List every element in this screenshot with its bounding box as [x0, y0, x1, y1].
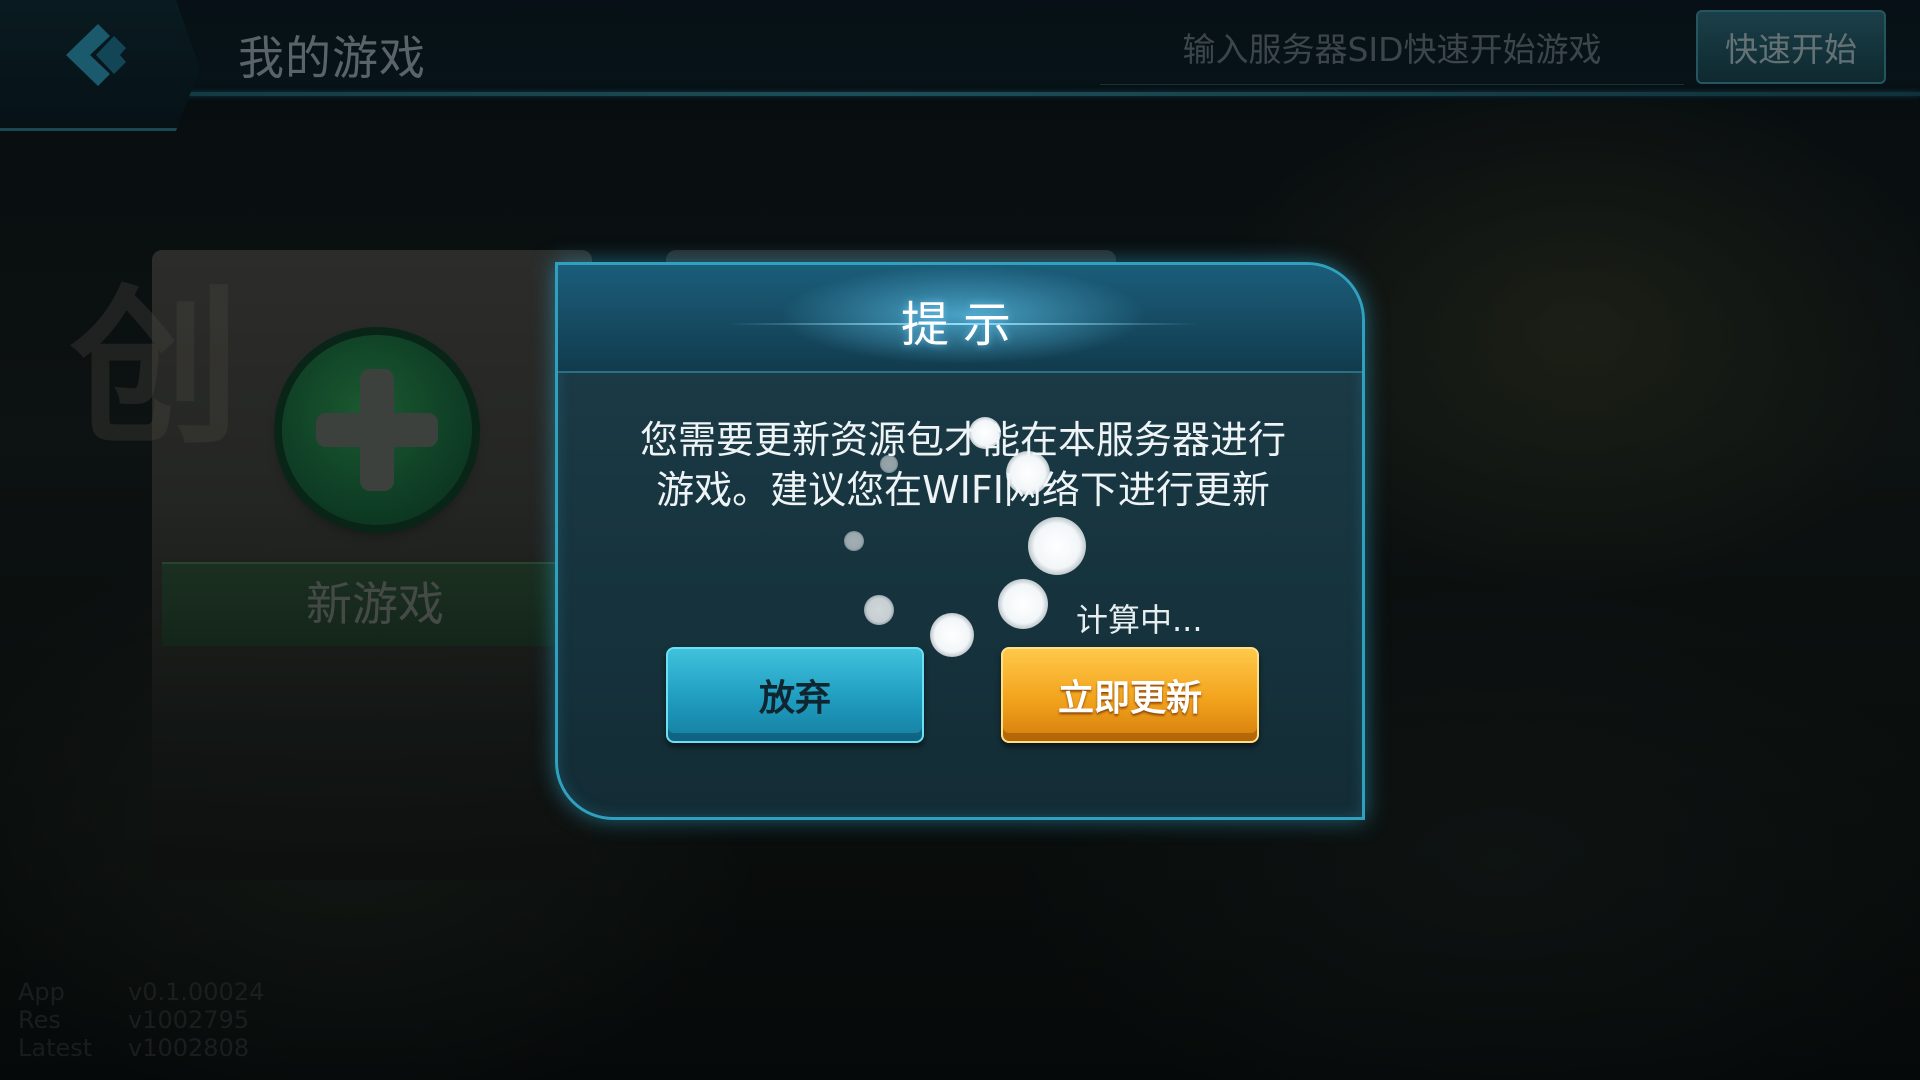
spinner-dot — [844, 531, 864, 551]
loading-status-text: 计算中... — [1076, 601, 1203, 639]
game-screen: 创 新游戏 App v0.1.00024 Res v1002795 Latest… — [0, 0, 1920, 1080]
spinner-dot — [1006, 451, 1050, 495]
dialog-message-line: 游戏。建议您在WIFI网络下进行更新 — [656, 468, 1270, 512]
spinner-dot — [880, 455, 898, 473]
spinner-dot — [864, 595, 894, 625]
update-dialog: 提示 您需要更新资源包才能在本服务器进行 游戏。建议您在WIFI网络下进行更新 … — [555, 262, 1365, 820]
spinner-dot — [998, 579, 1048, 629]
dialog-message-line: 您需要更新资源包才能在本服务器进行 — [639, 418, 1286, 462]
dialog-title: 提示 — [900, 297, 1025, 353]
update-now-button[interactable]: 立即更新 — [1001, 647, 1259, 743]
dialog-message: 您需要更新资源包才能在本服务器进行 游戏。建议您在WIFI网络下进行更新 — [608, 415, 1318, 515]
spinner-dot — [930, 613, 974, 657]
spinner-dot — [1028, 517, 1086, 575]
cancel-button[interactable]: 放弃 — [666, 647, 924, 743]
spinner-dot — [969, 417, 1001, 449]
dialog-header: 提示 — [558, 265, 1362, 373]
